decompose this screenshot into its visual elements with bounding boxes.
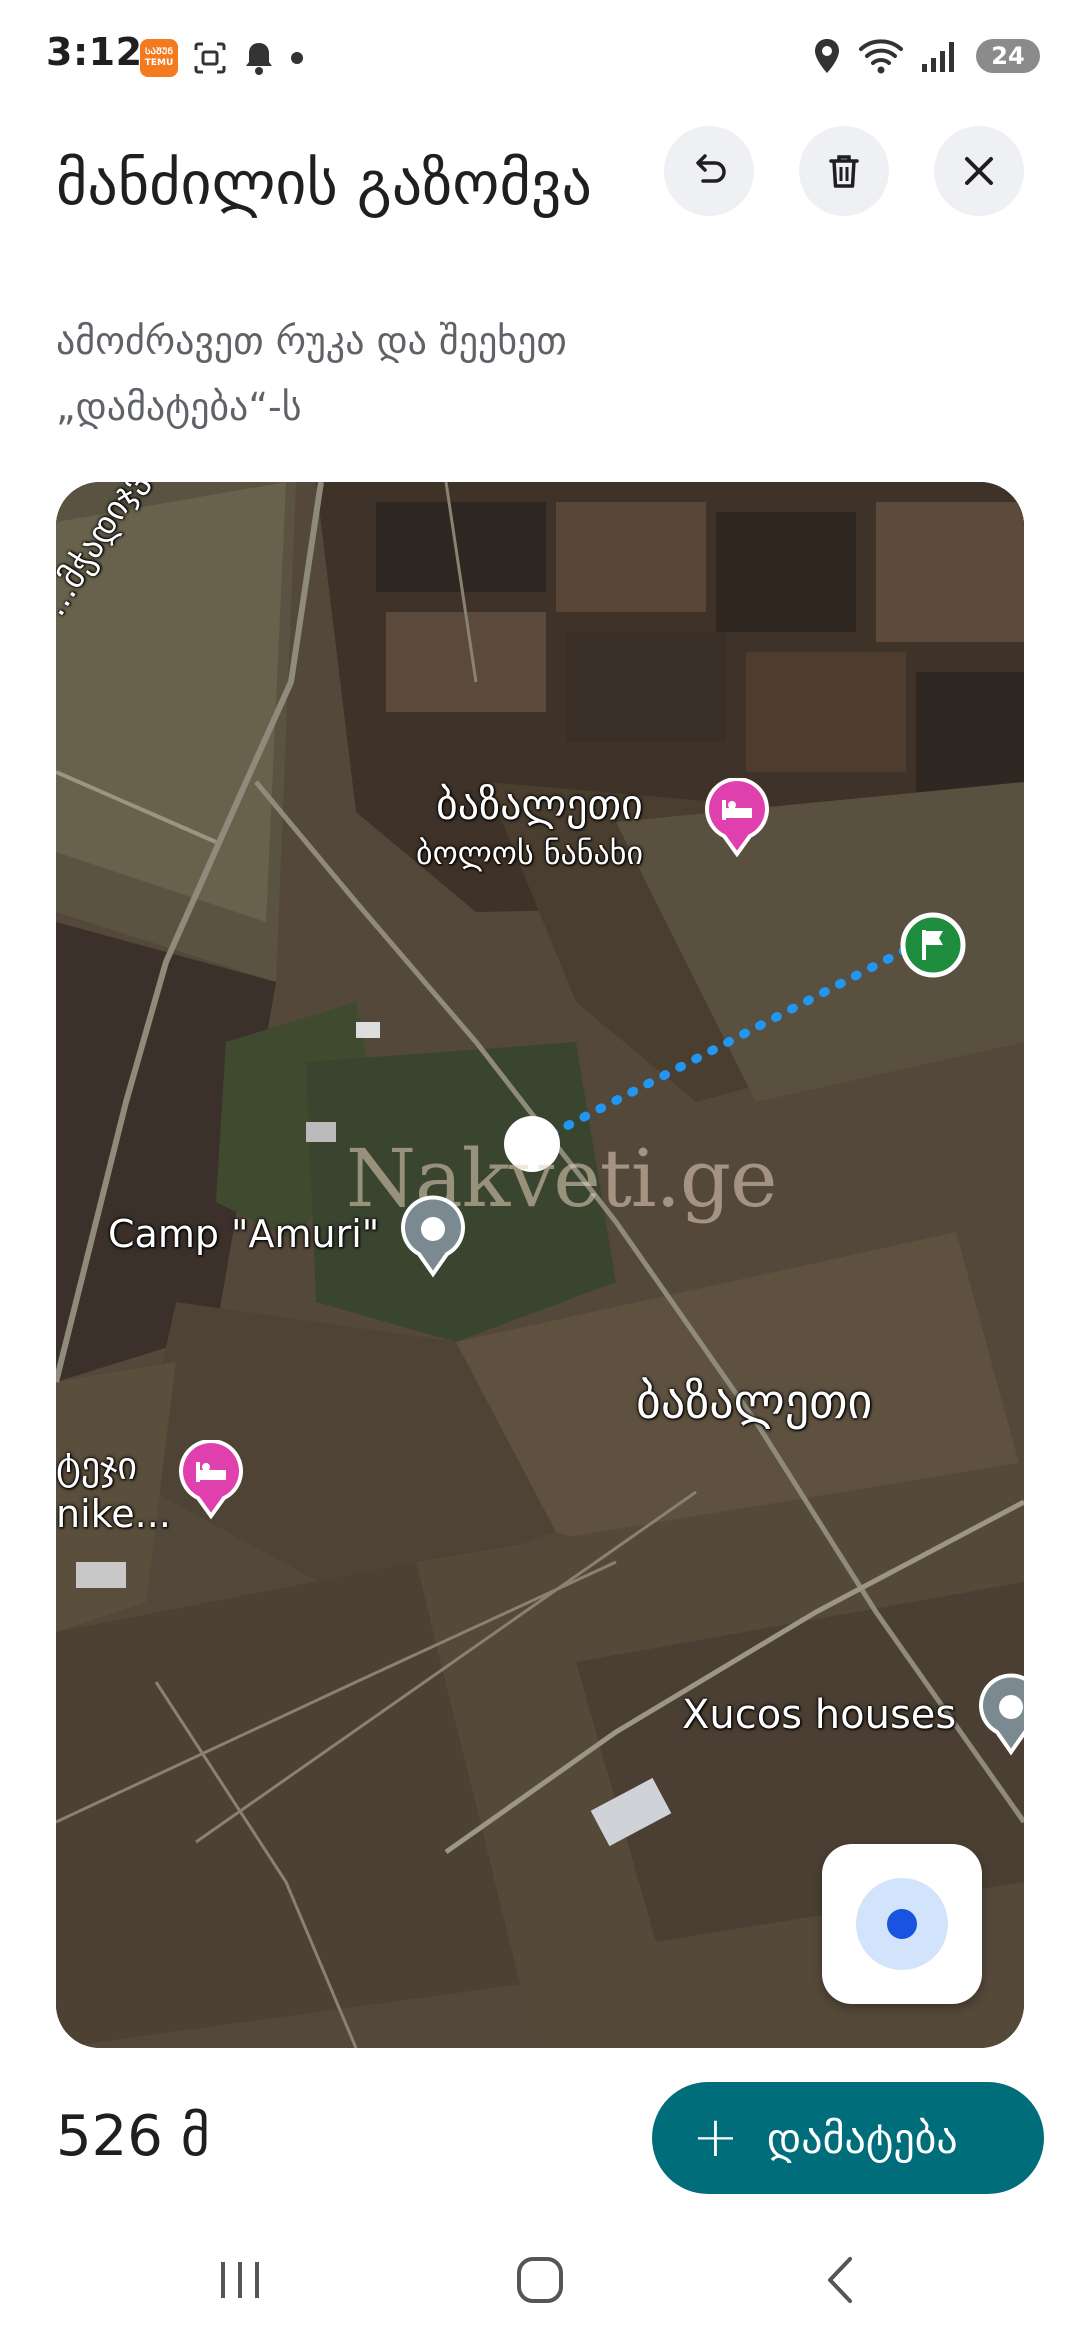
close-icon — [965, 157, 993, 185]
delete-button[interactable] — [799, 126, 889, 216]
status-time: 3:12 — [46, 30, 143, 74]
screenshot-icon — [194, 42, 226, 74]
map-imagery — [56, 482, 1024, 2048]
dot-icon — [291, 52, 303, 64]
map-label-xucos-houses: Xucos houses — [682, 1692, 957, 1738]
hotel-pin-icon[interactable] — [702, 778, 772, 858]
location-icon — [815, 39, 839, 73]
back-icon — [828, 2257, 852, 2303]
map-label-left-poi-line1: ტეჯი — [56, 1444, 138, 1488]
bell-icon — [246, 43, 272, 75]
map-label-recently-viewed: ბოლოს ნანახი — [416, 834, 644, 872]
satellite-map[interactable]: ...მჭადიჯვარი ბაზალეთი ბოლოს ნანახი Camp… — [56, 482, 1024, 2048]
status-bar: 3:12 ᲡᲐᲨᲣᲜ TEMU 24 — [0, 0, 1080, 110]
temu-label: TEMU — [144, 58, 174, 68]
add-point-label: დამატება — [766, 2113, 958, 2163]
status-right-icons: 24 — [812, 36, 1040, 76]
flag-pin-icon[interactable] — [898, 910, 968, 980]
add-point-button[interactable]: + დამატება — [652, 2082, 1044, 2194]
trash-icon — [829, 155, 859, 188]
undo-icon — [696, 154, 726, 183]
status-left-icons: ᲡᲐᲨᲣᲜ TEMU — [140, 38, 304, 78]
my-location-dot — [887, 1909, 917, 1939]
camp-pin-icon[interactable] — [398, 1194, 468, 1278]
signal-icon — [922, 42, 954, 72]
page-title: მანძილის გაზომვა — [56, 149, 593, 219]
xucos-pin-icon[interactable] — [976, 1672, 1024, 1756]
map-label-left-poi-line2: nike... — [56, 1492, 171, 1536]
plus-icon: + — [692, 2105, 739, 2170]
my-location-icon — [856, 1878, 948, 1970]
system-nav-bar — [0, 2220, 1080, 2340]
page-subtitle: ამოძრავეთ რუკა და შეეხეთ „დამატება“-ს — [56, 319, 567, 429]
home-icon — [517, 2257, 563, 2303]
wifi-icon — [859, 39, 903, 74]
temu-label-top: ᲡᲐᲨᲣᲜ — [144, 47, 174, 57]
recents-icon — [221, 2262, 259, 2298]
close-button[interactable] — [934, 126, 1024, 216]
temu-app-icon: ᲡᲐᲨᲣᲜ TEMU — [140, 39, 178, 77]
my-location-button[interactable] — [822, 1844, 982, 2004]
map-label-village-area: ბაზალეთი — [636, 1374, 873, 1430]
home-button[interactable] — [500, 2250, 580, 2310]
map-label-village: ბაზალეთი — [436, 780, 643, 829]
hotel-pin-icon[interactable] — [176, 1440, 246, 1520]
back-button[interactable] — [800, 2250, 880, 2310]
battery-indicator: 24 — [976, 39, 1040, 73]
undo-button[interactable] — [664, 126, 754, 216]
distance-value: 526 მ — [56, 2104, 210, 2169]
map-label-camp: Camp "Amuri" — [108, 1212, 380, 1256]
recents-button[interactable] — [200, 2250, 280, 2310]
